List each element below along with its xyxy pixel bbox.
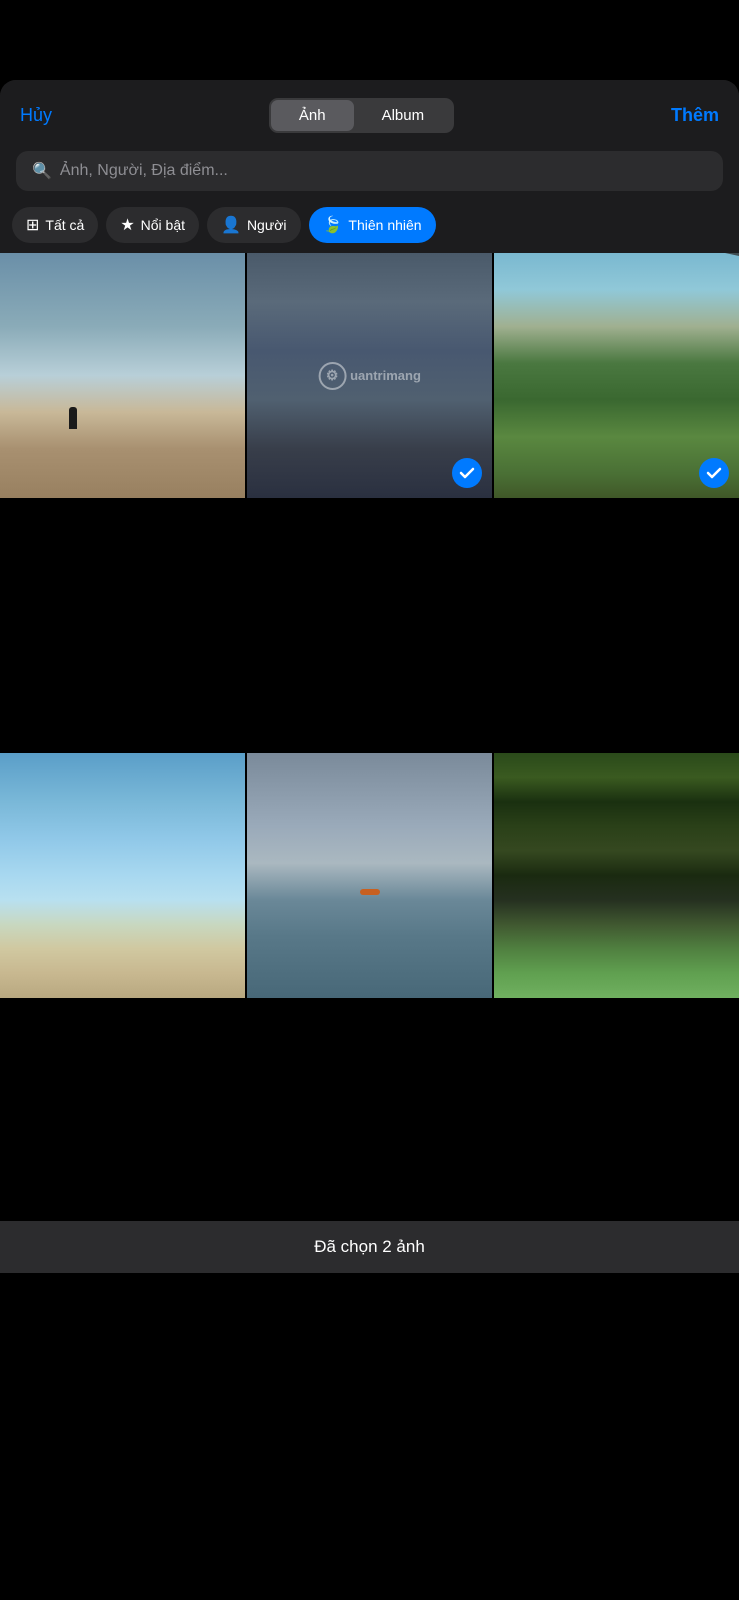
tab-photos[interactable]: Ảnh — [271, 100, 354, 131]
selected-count-text: Đã chọn 2 ảnh — [314, 1237, 425, 1256]
filter-all-label: Tất cả — [45, 217, 84, 233]
tab-albums[interactable]: Album — [354, 100, 453, 131]
filter-people-label: Người — [247, 217, 287, 233]
filter-nature[interactable]: 🍃 Thiên nhiên — [309, 207, 436, 243]
header: Hủy Ảnh Album Thêm — [0, 80, 739, 147]
filter-nature-label: Thiên nhiên — [348, 217, 421, 233]
add-button[interactable]: Thêm — [671, 105, 719, 126]
star-icon: ★ — [120, 215, 134, 235]
search-placeholder-text: Ảnh, Người, Địa điểm... — [60, 162, 228, 180]
segment-control: Ảnh Album — [269, 98, 454, 133]
leaf-icon: 🍃 — [323, 215, 343, 235]
search-icon: 🔍 — [32, 161, 52, 181]
filter-all[interactable]: ⊞ Tất cả — [12, 207, 98, 243]
person-icon: 👤 — [221, 215, 241, 235]
photo-5[interactable] — [247, 753, 492, 1221]
photo-3[interactable] — [494, 253, 739, 753]
photo-4[interactable] — [0, 753, 245, 1221]
photo-6[interactable] — [494, 753, 739, 1221]
photo-grid-row1: ⚙ uantrimang — [0, 253, 739, 753]
filter-people[interactable]: 👤 Người — [207, 207, 300, 243]
filter-featured[interactable]: ★ Nổi bật — [106, 207, 199, 243]
cancel-button[interactable]: Hủy — [20, 105, 52, 126]
bottom-bar: Đã chọn 2 ảnh — [0, 1221, 739, 1273]
photo-2-check — [452, 458, 482, 488]
photo-2[interactable]: ⚙ uantrimang — [247, 253, 492, 753]
filter-featured-label: Nổi bật — [141, 217, 185, 233]
grid-icon: ⊞ — [26, 215, 39, 235]
filter-row: ⊞ Tất cả ★ Nổi bật 👤 Người 🍃 Thiên nhiên — [0, 201, 739, 253]
search-bar[interactable]: 🔍 Ảnh, Người, Địa điểm... — [16, 151, 723, 191]
photo-1[interactable] — [0, 253, 245, 753]
photo-3-check — [699, 458, 729, 488]
photo-grid-row2 — [0, 753, 739, 1221]
search-container: 🔍 Ảnh, Người, Địa điểm... — [0, 147, 739, 201]
